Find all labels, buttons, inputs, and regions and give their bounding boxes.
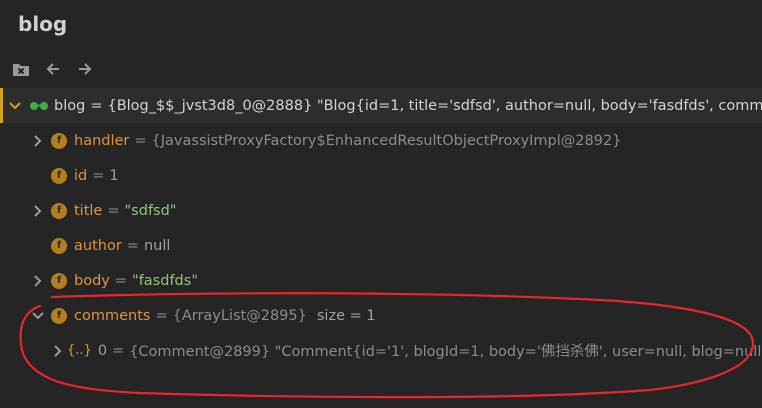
field-name: id bbox=[74, 167, 88, 184]
tree-row-id[interactable]: f id = 1 bbox=[0, 158, 762, 193]
tree-row-title[interactable]: f title = "sdfsd" bbox=[0, 193, 762, 228]
equals-sign: = bbox=[114, 272, 128, 289]
field-icon: f bbox=[51, 202, 67, 219]
chevron-down-icon[interactable] bbox=[8, 99, 22, 113]
watch-glasses-icon bbox=[29, 101, 49, 111]
debugger-toolbar bbox=[10, 58, 106, 80]
chevron-right-icon[interactable] bbox=[31, 274, 45, 288]
element-value: {Comment@2899} "Comment{id='1', blogId=1… bbox=[129, 344, 762, 360]
variable-name: blog bbox=[54, 97, 86, 114]
equals-sign: = bbox=[134, 132, 147, 149]
equals-sign: = bbox=[107, 202, 120, 219]
variables-tree: blog = {Blog_$$_jvst3d8_0@2888} "Blog{id… bbox=[0, 88, 762, 368]
chevron-right-icon[interactable] bbox=[51, 344, 65, 358]
variable-value: {Blog_$$_jvst3d8_0@2888} "Blog{id=1, tit… bbox=[107, 97, 762, 114]
panel-title: blog bbox=[18, 12, 68, 36]
field-value: null bbox=[143, 237, 171, 254]
tree-row-comment-0[interactable]: {..} 0 = {Comment@2899} "Comment{id='1',… bbox=[0, 333, 762, 368]
tree-row-comments[interactable]: f comments = {ArrayList@2895} size = 1 bbox=[0, 298, 762, 333]
equals-sign: = bbox=[112, 342, 125, 359]
field-icon: f bbox=[51, 237, 67, 254]
equals-sign: = bbox=[126, 237, 139, 254]
field-name: comments bbox=[74, 307, 151, 324]
field-value: 1 bbox=[109, 167, 119, 184]
field-name: handler bbox=[74, 132, 130, 149]
equals-sign: = bbox=[90, 97, 103, 114]
field-icon: f bbox=[51, 307, 67, 324]
field-name: author bbox=[74, 237, 122, 254]
field-value: "sdfsd" bbox=[124, 202, 177, 219]
object-icon: {..} bbox=[67, 343, 92, 358]
chevron-down-icon[interactable] bbox=[31, 309, 45, 323]
field-value: "fasdfds" bbox=[132, 272, 198, 289]
tree-row-handler[interactable]: f handler = {JavassistProxyFactory$Enhan… bbox=[0, 123, 762, 158]
field-icon: f bbox=[51, 167, 67, 184]
back-arrow-icon[interactable] bbox=[42, 58, 64, 80]
close-folder-icon[interactable] bbox=[10, 58, 32, 80]
equals-sign: = bbox=[155, 307, 168, 324]
forward-arrow-icon[interactable] bbox=[74, 58, 96, 80]
field-name: body bbox=[74, 272, 110, 289]
collection-size: size = 1 bbox=[316, 307, 376, 324]
equals-sign: = bbox=[92, 167, 105, 184]
tree-row-body[interactable]: f body = "fasdfds" bbox=[0, 263, 762, 298]
field-value: {JavassistProxyFactory$EnhancedResultObj… bbox=[151, 132, 622, 149]
field-value: {ArrayList@2895} bbox=[172, 307, 307, 324]
chevron-right-icon[interactable] bbox=[31, 204, 45, 218]
tree-row-blog[interactable]: blog = {Blog_$$_jvst3d8_0@2888} "Blog{id… bbox=[0, 88, 762, 123]
chevron-right-icon[interactable] bbox=[31, 134, 45, 148]
field-name: title bbox=[74, 202, 103, 219]
element-index: 0 bbox=[97, 342, 108, 359]
tree-row-author[interactable]: f author = null bbox=[0, 228, 762, 263]
field-icon: f bbox=[51, 132, 67, 149]
field-icon: f bbox=[51, 272, 67, 289]
